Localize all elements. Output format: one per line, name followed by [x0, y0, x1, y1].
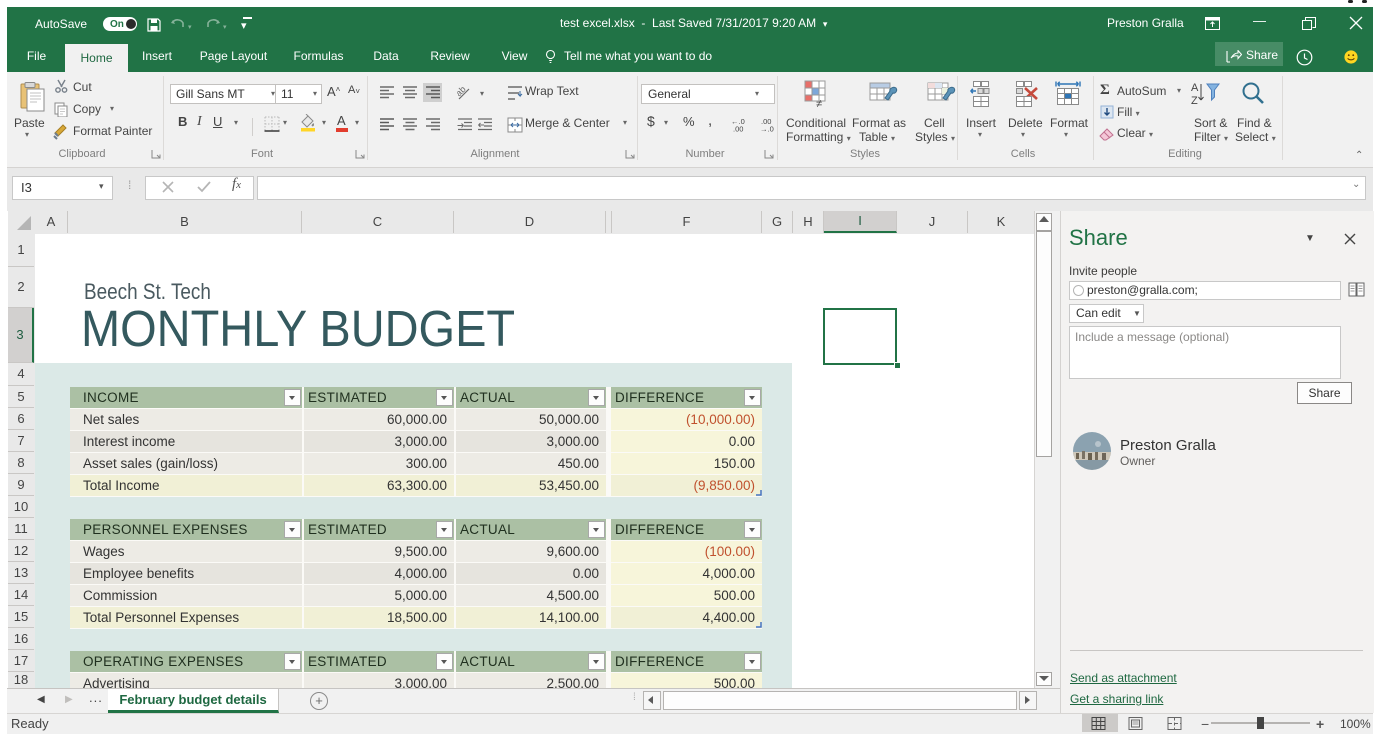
- svg-text:ab: ab: [457, 85, 468, 98]
- svg-text:→.0: →.0: [760, 125, 774, 133]
- svg-text:Z: Z: [1191, 95, 1198, 106]
- svg-text:.00: .00: [733, 125, 743, 133]
- svg-text:A: A: [1191, 82, 1199, 94]
- svg-text:≠: ≠: [816, 98, 822, 108]
